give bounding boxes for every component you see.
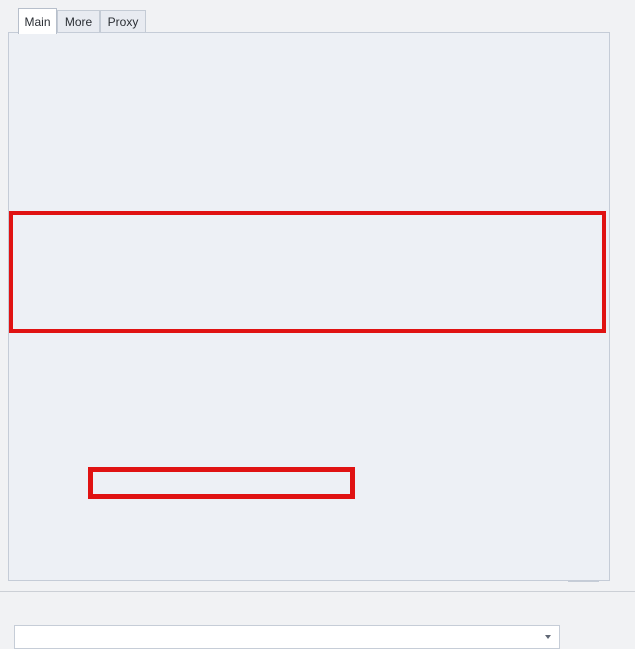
main-tab-panel bbox=[8, 32, 610, 581]
tab-proxy-label: Proxy bbox=[108, 15, 139, 29]
tab-main[interactable]: Main bbox=[18, 8, 57, 34]
tab-main-label: Main bbox=[24, 15, 50, 29]
put-to-variable-select[interactable] bbox=[14, 625, 560, 649]
chevron-down-icon bbox=[545, 635, 551, 639]
tab-proxy[interactable]: Proxy bbox=[100, 10, 146, 32]
bottom-divider bbox=[0, 591, 635, 592]
tab-more-label: More bbox=[65, 15, 92, 29]
tab-more[interactable]: More bbox=[57, 10, 100, 32]
